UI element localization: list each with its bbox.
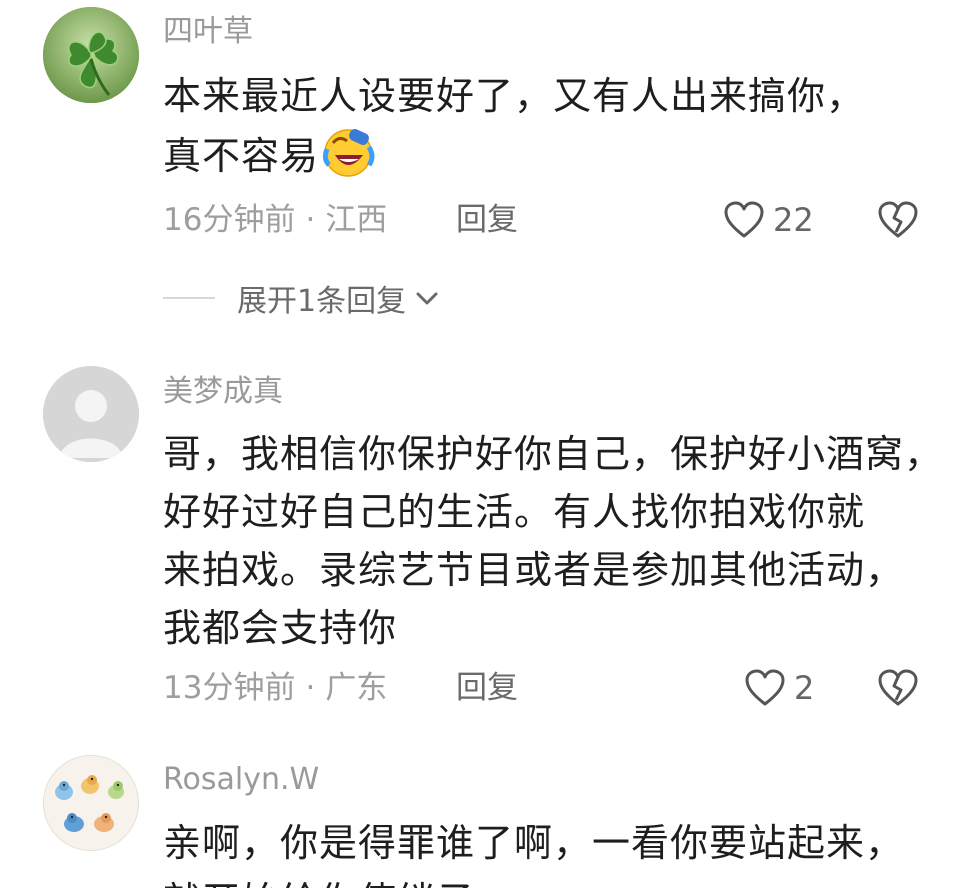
comment-item: Rosalyn.W 亲啊，你是得罪谁了啊，一看你要站起来， 就开始给你使绊子	[0, 0, 960, 888]
comment-text-line: 就开始给你使绊子	[163, 872, 933, 888]
comment-text: 亲啊，你是得罪谁了啊，一看你要站起来， 就开始给你使绊子	[163, 814, 933, 888]
comment-text-line: 亲啊，你是得罪谁了啊，一看你要站起来，	[163, 821, 905, 865]
username[interactable]: Rosalyn.W	[163, 762, 319, 798]
birds-illustration-avatar-icon	[44, 756, 138, 850]
user-avatar[interactable]	[43, 755, 139, 851]
comment-list: 四叶草 本来最近人设要好了，又有人出来搞你， 真不容易 16分钟前 · 江西 回复	[0, 0, 960, 888]
